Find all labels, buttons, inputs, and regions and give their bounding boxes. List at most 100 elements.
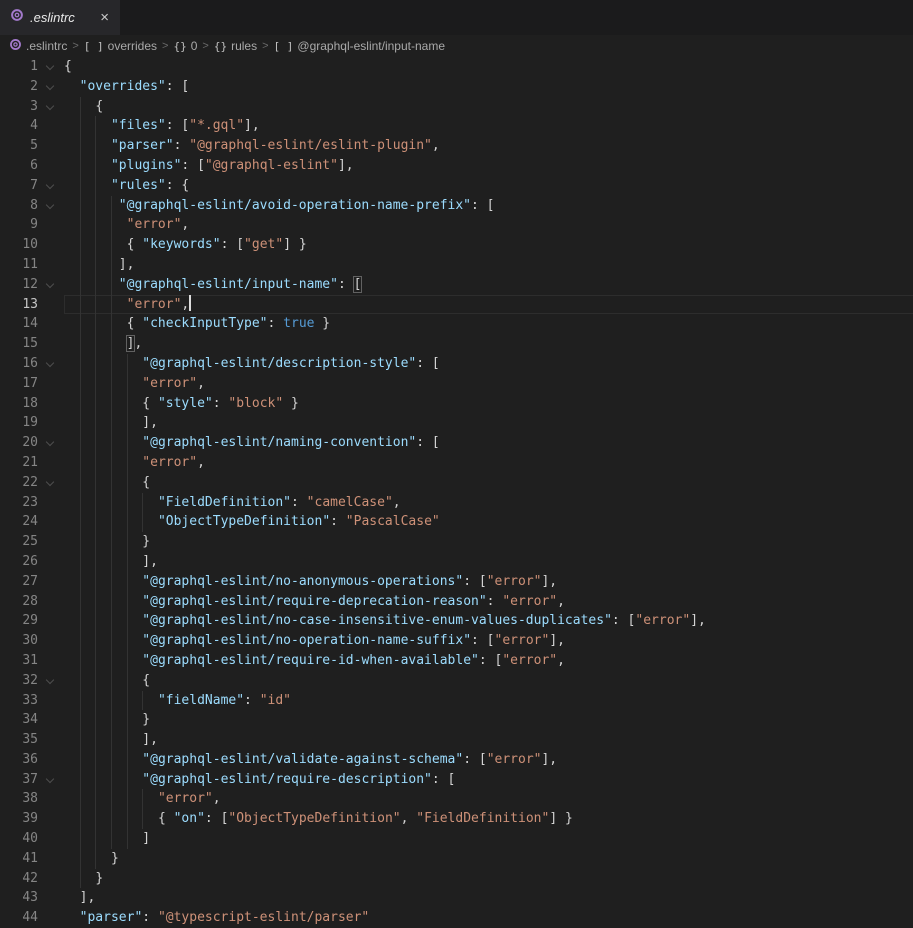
line-number[interactable]: 25	[0, 532, 38, 552]
code-text[interactable]: {	[64, 57, 913, 77]
code-text[interactable]: ],	[64, 552, 913, 572]
fold-chevron-icon[interactable]	[38, 433, 64, 453]
code-line[interactable]: 12"@graphql-eslint/input-name": [	[0, 275, 913, 295]
code-line[interactable]: 10 { "keywords": ["get"] }	[0, 235, 913, 255]
code-line[interactable]: 31 "@graphql-eslint/require-id-when-avail…	[0, 651, 913, 671]
code-text[interactable]: { "keywords": ["get"] }	[64, 235, 913, 255]
code-line[interactable]: 13"error",	[0, 295, 913, 315]
line-number[interactable]: 17	[0, 374, 38, 394]
code-line[interactable]: 6"plugins": ["@graphql-eslint"],	[0, 156, 913, 176]
line-number[interactable]: 32	[0, 671, 38, 691]
code-text[interactable]: "@graphql-eslint/require-deprecation-rea…	[64, 592, 913, 612]
line-number[interactable]: 1	[0, 57, 38, 77]
breadcrumb-item-overrides[interactable]: [ ] overrides	[84, 39, 157, 53]
code-text[interactable]: "error",	[64, 453, 913, 473]
code-text[interactable]: ],	[64, 334, 913, 354]
breadcrumb-item-rules[interactable]: {} rules	[214, 39, 257, 53]
code-line[interactable]: 20 "@graphql-eslint/naming-convention": [	[0, 433, 913, 453]
fold-chevron-icon[interactable]	[38, 77, 64, 97]
code-line[interactable]: 8"@graphql-eslint/avoid-operation-name-p…	[0, 196, 913, 216]
code-text[interactable]: "parser": "@typescript-eslint/parser"	[64, 908, 913, 928]
breadcrumb-item-input-name[interactable]: [ ] @graphql-eslint/input-name	[274, 39, 445, 53]
line-number[interactable]: 15	[0, 334, 38, 354]
code-text[interactable]: "@graphql-eslint/no-operation-name-suffi…	[64, 631, 913, 651]
code-text[interactable]: "parser": "@graphql-eslint/eslint-plugin…	[64, 136, 913, 156]
line-number[interactable]: 3	[0, 97, 38, 117]
line-number[interactable]: 43	[0, 888, 38, 908]
code-line[interactable]: 16 "@graphql-eslint/description-style": [	[0, 354, 913, 374]
code-line[interactable]: 27"@graphql-eslint/no-anonymous-operatio…	[0, 572, 913, 592]
line-number[interactable]: 23	[0, 493, 38, 513]
code-line[interactable]: 5 "parser": "@graphql-eslint/eslint-plugi…	[0, 136, 913, 156]
line-number[interactable]: 2	[0, 77, 38, 97]
line-number[interactable]: 5	[0, 136, 38, 156]
code-text[interactable]: "error",	[64, 374, 913, 394]
line-number[interactable]: 35	[0, 730, 38, 750]
close-icon[interactable]: ×	[98, 9, 111, 26]
fold-chevron-icon[interactable]	[38, 57, 64, 77]
line-number[interactable]: 36	[0, 750, 38, 770]
code-text[interactable]: "@graphql-eslint/require-id-when-availab…	[64, 651, 913, 671]
line-number[interactable]: 44	[0, 908, 38, 928]
line-number[interactable]: 38	[0, 789, 38, 809]
code-line[interactable]: 39 { "on": ["ObjectTypeDefinition", "Fiel…	[0, 809, 913, 829]
code-line[interactable]: 3{	[0, 97, 913, 117]
code-text[interactable]: }	[64, 869, 913, 889]
line-number[interactable]: 20	[0, 433, 38, 453]
code-text[interactable]: ]	[64, 829, 913, 849]
line-number[interactable]: 31	[0, 651, 38, 671]
code-text[interactable]: "error",	[64, 789, 913, 809]
code-text[interactable]: "@graphql-eslint/input-name": [	[64, 275, 913, 295]
code-text[interactable]: {	[64, 671, 913, 691]
code-line[interactable]: 14 { "checkInputType": true }	[0, 314, 913, 334]
line-number[interactable]: 30	[0, 631, 38, 651]
fold-chevron-icon[interactable]	[38, 97, 64, 117]
code-text[interactable]: { "checkInputType": true }	[64, 314, 913, 334]
fold-chevron-icon[interactable]	[38, 671, 64, 691]
code-text[interactable]: "error",	[64, 215, 913, 235]
code-line[interactable]: 29"@graphql-eslint/no-case-insensitive-e…	[0, 611, 913, 631]
code-line[interactable]: 35],	[0, 730, 913, 750]
fold-chevron-icon[interactable]	[38, 473, 64, 493]
code-text[interactable]: "overrides": [	[64, 77, 913, 97]
code-line[interactable]: 22{	[0, 473, 913, 493]
line-number[interactable]: 27	[0, 572, 38, 592]
code-text[interactable]: ],	[64, 255, 913, 275]
code-text[interactable]: }	[64, 532, 913, 552]
fold-chevron-icon[interactable]	[38, 275, 64, 295]
code-line[interactable]: 19],	[0, 413, 913, 433]
code-line[interactable]: 1{	[0, 57, 913, 77]
breadcrumb-item-file[interactable]: .eslintrc	[9, 38, 67, 54]
code-text[interactable]: { "on": ["ObjectTypeDefinition", "FieldD…	[64, 809, 913, 829]
code-line[interactable]: 2 "overrides": [	[0, 77, 913, 97]
code-line[interactable]: 38 "error",	[0, 789, 913, 809]
line-number[interactable]: 14	[0, 314, 38, 334]
code-text[interactable]: "@graphql-eslint/description-style": [	[64, 354, 913, 374]
line-number[interactable]: 37	[0, 770, 38, 790]
code-line[interactable]: 30 "@graphql-eslint/no-operation-name-suf…	[0, 631, 913, 651]
line-number[interactable]: 40	[0, 829, 38, 849]
line-number[interactable]: 8	[0, 196, 38, 216]
code-line[interactable]: 25}	[0, 532, 913, 552]
fold-chevron-icon[interactable]	[38, 770, 64, 790]
code-line[interactable]: 43],	[0, 888, 913, 908]
line-number[interactable]: 16	[0, 354, 38, 374]
line-number[interactable]: 33	[0, 691, 38, 711]
code-line[interactable]: 11],	[0, 255, 913, 275]
code-text[interactable]: "@graphql-eslint/naming-convention": [	[64, 433, 913, 453]
fold-chevron-icon[interactable]	[38, 176, 64, 196]
code-text[interactable]: "files": ["*.gql"],	[64, 116, 913, 136]
fold-chevron-icon[interactable]	[38, 354, 64, 374]
code-text[interactable]: }	[64, 849, 913, 869]
line-number[interactable]: 9	[0, 215, 38, 235]
line-number[interactable]: 39	[0, 809, 38, 829]
line-number[interactable]: 10	[0, 235, 38, 255]
code-text[interactable]: ],	[64, 413, 913, 433]
code-text[interactable]: "rules": {	[64, 176, 913, 196]
code-line[interactable]: 32 {	[0, 671, 913, 691]
code-text[interactable]: {	[64, 473, 913, 493]
code-text[interactable]: ],	[64, 730, 913, 750]
code-line[interactable]: 26],	[0, 552, 913, 572]
code-line[interactable]: 24"ObjectTypeDefinition": "PascalCase"	[0, 512, 913, 532]
code-line[interactable]: 15],	[0, 334, 913, 354]
